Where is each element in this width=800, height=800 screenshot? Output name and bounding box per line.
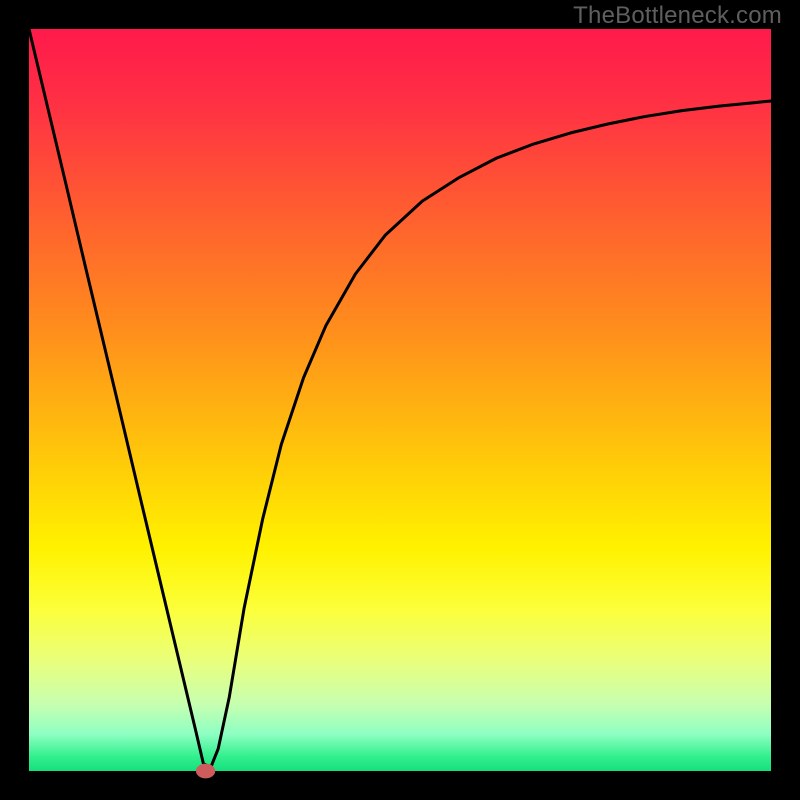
chart-background <box>29 29 771 771</box>
chart-container: TheBottleneck.com <box>0 0 800 800</box>
optimal-marker <box>196 764 215 779</box>
watermark-text: TheBottleneck.com <box>573 2 782 30</box>
bottleneck-chart <box>0 0 800 800</box>
